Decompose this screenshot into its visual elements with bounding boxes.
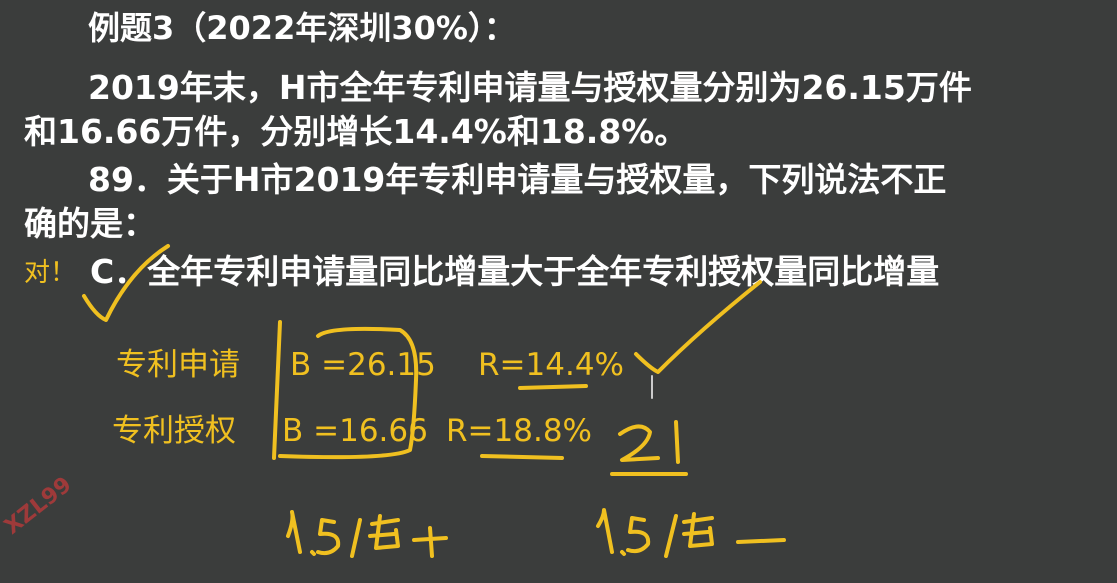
checkmark-1-icon (82, 244, 170, 322)
hand-right-dash (736, 538, 786, 544)
checkmark-2-icon (634, 280, 762, 374)
hand-right-bei (664, 512, 714, 558)
lecture-slide: 例题3（2022年深圳30%）： 2019年末，H市全年专利申请量与授权量分别为… (0, 0, 1117, 583)
hand-right-5 (626, 516, 651, 554)
underline-18-8 (480, 454, 564, 460)
handwriting-layer (82, 244, 786, 558)
hand-left-1 (286, 510, 302, 554)
hand-left-dot (310, 550, 316, 556)
underline-14-4 (518, 384, 588, 390)
hand-left-bei (350, 514, 400, 558)
hand-left-5 (316, 518, 341, 556)
hand-right-1 (596, 508, 614, 554)
hand-right-dot (620, 550, 626, 556)
hand-left-plus (412, 526, 448, 558)
bracket-box (278, 326, 419, 460)
hand-1-stroke (674, 420, 680, 464)
hand-2-stroke (618, 424, 660, 462)
bracket-left (272, 320, 282, 460)
